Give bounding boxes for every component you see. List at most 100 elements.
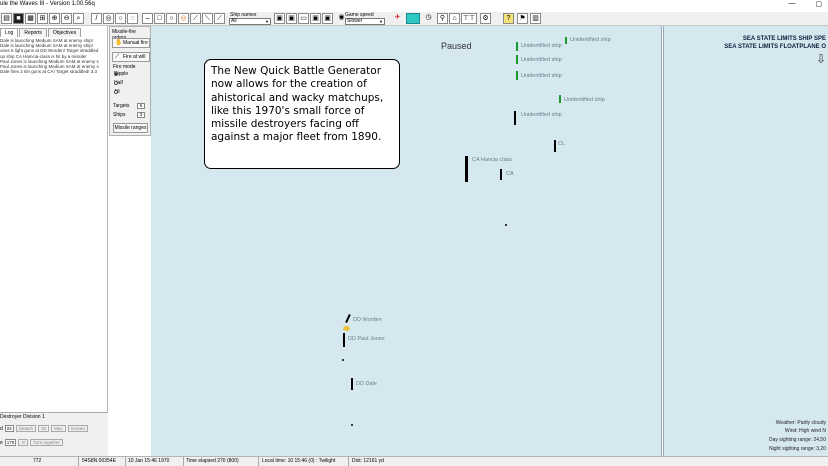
missile-marker[interactable] bbox=[351, 424, 353, 426]
caption-line: ahistorical and wacky matchups, bbox=[211, 91, 384, 104]
mode-ripple-radio[interactable]: Ripple bbox=[114, 71, 128, 77]
sea-state-floatplane-warning: SEA STATE LIMITS FLOATPLANE O bbox=[724, 44, 826, 50]
weather-text: Weather: Partly cloudy bbox=[775, 420, 826, 426]
unidentified-ship-marker[interactable] bbox=[516, 55, 518, 64]
panel5-icon[interactable]: ▣ bbox=[322, 13, 333, 24]
ship-label: CA Hancia class bbox=[472, 157, 513, 163]
mode-half-radio[interactable]: Half bbox=[114, 80, 123, 86]
night-range-text: Night sighting range: 3,20 bbox=[769, 446, 826, 452]
ship-marker[interactable] bbox=[345, 313, 351, 324]
window-title: ule the Waves III - Version 1.00.56q bbox=[0, 1, 95, 7]
sensor-icon[interactable]: ⌂ bbox=[449, 13, 460, 24]
help-icon[interactable]: ? bbox=[503, 13, 514, 24]
manual-fire-button[interactable]: ✋ Manual fire bbox=[112, 38, 150, 48]
division-panel: Destroyer Division 1 d 24 Detach 30 Max … bbox=[0, 412, 108, 456]
ship-marker[interactable] bbox=[554, 140, 556, 152]
ship-label: Unidentified ship bbox=[521, 57, 562, 63]
target-icon[interactable]: ◎ bbox=[103, 13, 114, 24]
speed-input[interactable]: 24 bbox=[4, 425, 14, 432]
grid-icon[interactable]: ⊞ bbox=[37, 13, 48, 24]
view-icon[interactable]: ▦ bbox=[25, 13, 36, 24]
title-bar: ule the Waves III - Version 1.00.56q — ▢ bbox=[0, 0, 828, 12]
ship-names-select[interactable]: All ▼ bbox=[229, 18, 271, 25]
max-button[interactable]: Max bbox=[51, 425, 66, 432]
fire-at-will-button[interactable]: ⟋ Fire at will bbox=[112, 52, 150, 62]
circle-icon[interactable]: ○ bbox=[115, 13, 126, 24]
flare-icon[interactable]: ◎ bbox=[178, 13, 189, 24]
targets-input[interactable]: 6 bbox=[137, 103, 145, 109]
panel3-icon[interactable]: ▭ bbox=[298, 13, 309, 24]
missile-ranges-button[interactable]: Missile ranges bbox=[113, 123, 148, 133]
track-icon[interactable]: ⟍ bbox=[202, 13, 213, 24]
contact-marker[interactable] bbox=[505, 224, 507, 226]
missile-icon: ⟋ bbox=[115, 54, 120, 60]
ship-marker[interactable] bbox=[465, 156, 468, 182]
speed-30-button[interactable]: 30 bbox=[38, 425, 50, 432]
turn-together-button[interactable]: Turn together bbox=[30, 439, 63, 446]
print-icon[interactable]: ▥ bbox=[530, 13, 541, 24]
ship-label: CA bbox=[506, 171, 514, 177]
ring-icon[interactable]: ○ bbox=[166, 13, 177, 24]
folder-icon[interactable]: ▤ bbox=[1, 13, 12, 24]
panel2-icon[interactable]: ▣ bbox=[286, 13, 297, 24]
zoom-out-icon[interactable]: ⊖ bbox=[61, 13, 72, 24]
tab-log[interactable]: Log bbox=[0, 28, 19, 37]
course-row: e 170 ⟲ Turn together bbox=[0, 439, 63, 446]
ship-label: DD Worden bbox=[353, 317, 382, 323]
ship-marker[interactable] bbox=[500, 169, 502, 180]
save-icon[interactable]: ■ bbox=[13, 13, 24, 24]
detach-button[interactable]: Detach bbox=[15, 425, 37, 432]
arrow-down-icon: ⇩ bbox=[815, 52, 826, 66]
ship-marker[interactable] bbox=[351, 378, 353, 390]
ship-marker[interactable] bbox=[343, 333, 345, 347]
ship-label: Unidentified ship bbox=[521, 73, 562, 79]
manual-fire-label: Manual fire bbox=[123, 40, 148, 46]
toolbar: ▤ ■ ▦ ⊞ ⊕ ⊖ ⌕ / ◎ ○ ◌ – □ ○ ◎ ⟋ ⟍ ⟋ Ship… bbox=[0, 12, 828, 26]
zoom-in-icon[interactable]: ⊕ bbox=[49, 13, 60, 24]
game-speed-select[interactable]: Slower ▼ bbox=[345, 18, 385, 25]
aim-icon[interactable]: ⟋ bbox=[214, 13, 225, 24]
ships-input[interactable]: 3 bbox=[137, 112, 145, 118]
path-icon[interactable]: ⟋ bbox=[190, 13, 201, 24]
course-input[interactable]: 170 bbox=[4, 439, 17, 446]
divider bbox=[78, 457, 79, 466]
plane-icon[interactable]: ✈ bbox=[392, 13, 403, 24]
screen-button[interactable]: Screen bbox=[67, 425, 88, 432]
flag-icon[interactable]: ⚑ bbox=[517, 13, 528, 24]
tab-objectives[interactable]: Objectives bbox=[47, 28, 82, 37]
sensor2-icon[interactable]: ⊤⊤ bbox=[461, 13, 477, 24]
tactical-map[interactable]: Paused Unidentified ship Unidentified sh… bbox=[151, 26, 661, 456]
divider bbox=[348, 457, 349, 466]
missile-marker[interactable] bbox=[342, 359, 344, 361]
chevron-down-icon: ▼ bbox=[265, 19, 269, 24]
ship-label: CL bbox=[558, 141, 566, 147]
range-icon[interactable]: ◌ bbox=[127, 13, 138, 24]
settings-icon[interactable]: ⚙ bbox=[480, 13, 491, 24]
unidentified-ship-marker[interactable] bbox=[516, 42, 518, 51]
clock-icon[interactable]: ◷ bbox=[423, 13, 434, 24]
caption-line: like this 1970's small force of bbox=[211, 104, 365, 117]
tab-reports[interactable]: Reports bbox=[19, 28, 47, 37]
square-icon[interactable]: □ bbox=[154, 13, 165, 24]
ship-marker[interactable] bbox=[514, 111, 516, 125]
radar-icon[interactable]: ⚲ bbox=[437, 13, 448, 24]
log-line: ones 5 light guns at DD Worden! Target s… bbox=[0, 48, 99, 54]
mode-all-radio[interactable]: All bbox=[114, 89, 120, 95]
close-icon[interactable]: ▢ bbox=[815, 0, 822, 8]
minimize-button[interactable]: — bbox=[788, 0, 795, 8]
unidentified-ship-marker[interactable] bbox=[559, 95, 561, 103]
line-icon[interactable]: – bbox=[142, 13, 153, 24]
unidentified-ship-marker[interactable] bbox=[516, 71, 518, 80]
status-elapsed: Time elapsed 270 (800) bbox=[186, 458, 239, 464]
speed-row: d 24 Detach 30 Max Screen bbox=[0, 425, 88, 432]
unidentified-ship-marker[interactable] bbox=[565, 37, 567, 44]
ship-label: DD Paul Jones bbox=[348, 336, 385, 342]
log-line: Dale fires 2 5in guns at CA! Target stra… bbox=[0, 69, 97, 75]
search-icon[interactable]: ⌕ bbox=[73, 13, 84, 24]
paused-indicator: Paused bbox=[441, 41, 472, 51]
sea-toggle-icon[interactable] bbox=[406, 13, 420, 24]
panel4-icon[interactable]: ▣ bbox=[310, 13, 321, 24]
turn-button[interactable]: ⟲ bbox=[18, 439, 29, 446]
panel1-icon[interactable]: ▣ bbox=[274, 13, 285, 24]
measure-icon[interactable]: / bbox=[91, 13, 102, 24]
